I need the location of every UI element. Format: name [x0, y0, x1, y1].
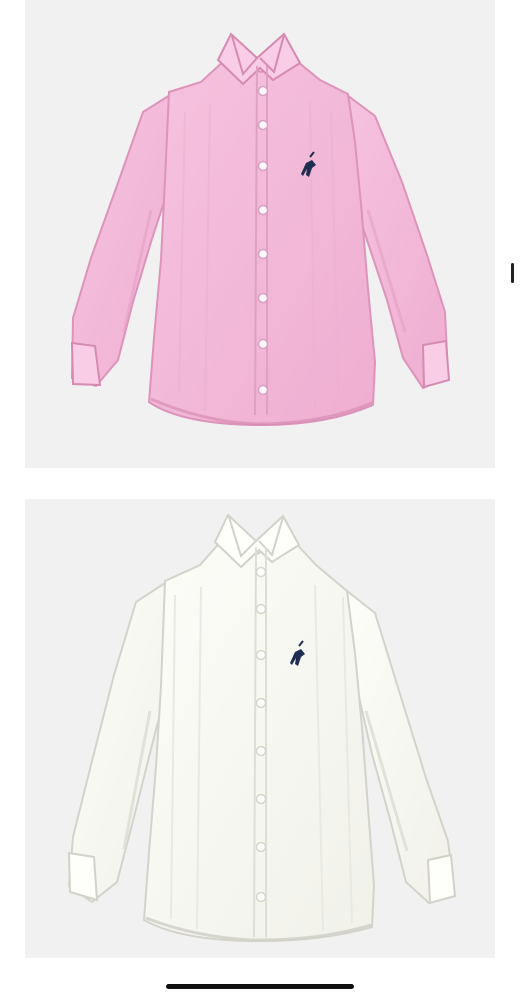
product-photo-white-shirt[interactable] [25, 499, 495, 958]
vertical-scroll-indicator[interactable] [511, 263, 514, 283]
product-photo-pink-shirt[interactable] [25, 0, 495, 468]
home-indicator-bar[interactable] [166, 984, 354, 989]
white-oxford-shirt-icon [67, 513, 457, 943]
pink-oxford-shirt-icon [70, 32, 451, 427]
